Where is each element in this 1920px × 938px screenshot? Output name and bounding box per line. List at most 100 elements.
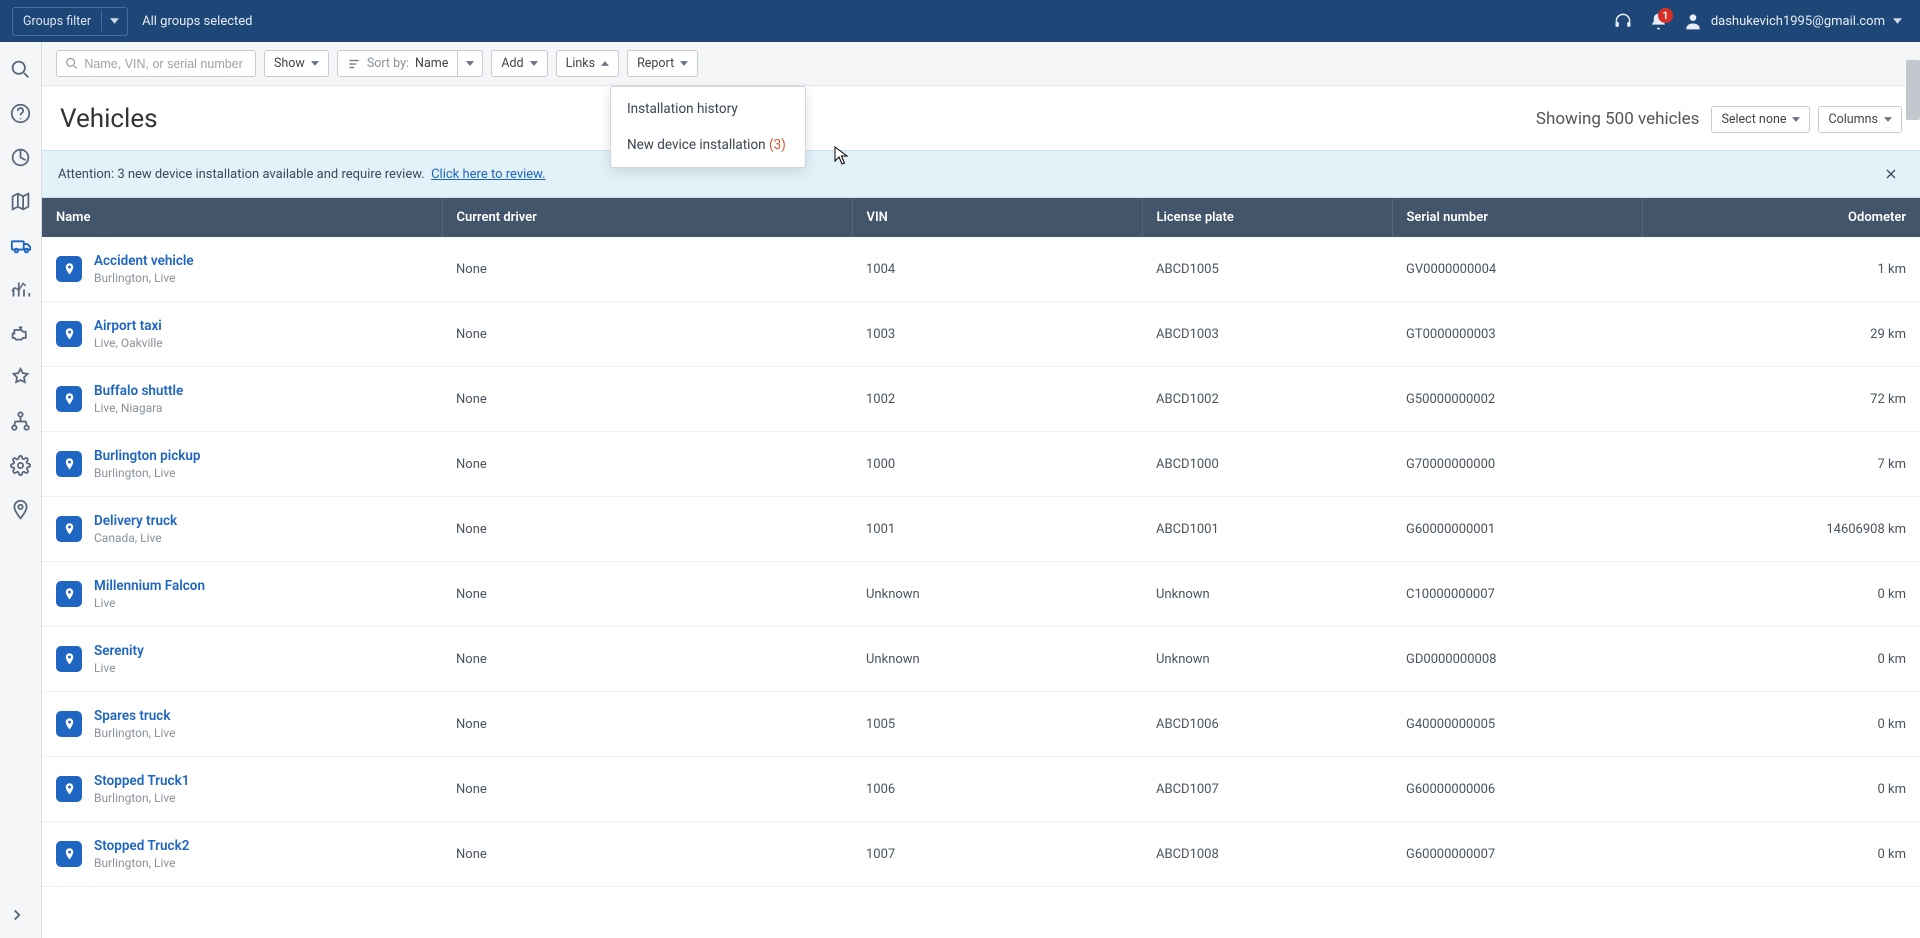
table-row[interactable]: SerenityLiveNoneUnknownUnknownGD00000000… (42, 627, 1920, 692)
help-nav-icon[interactable] (6, 98, 36, 128)
activity-nav-icon[interactable] (6, 274, 36, 304)
chevron-down-icon (530, 61, 538, 66)
cell-serial: G40000000005 (1392, 692, 1642, 757)
search-nav-icon[interactable] (6, 54, 36, 84)
alert-link[interactable]: Click here to review. (431, 167, 545, 182)
content-area: Show Sort by: Name Add Links Report (42, 42, 1920, 938)
cell-driver: None (442, 302, 852, 367)
vehicle-sub: Burlington, Live (94, 271, 194, 285)
settings-nav-icon[interactable] (6, 450, 36, 480)
table-row[interactable]: Stopped Truck1Burlington, LiveNone1006AB… (42, 757, 1920, 822)
vehicle-sub: Live, Niagara (94, 401, 183, 415)
links-menu-new-device-installation[interactable]: New device installation (3) (611, 127, 805, 163)
chevron-down-icon (1792, 117, 1800, 122)
vehicle-sub: Live (94, 596, 205, 610)
sort-by-button[interactable]: Sort by: Name (337, 50, 459, 77)
sort-dir-button[interactable] (458, 50, 483, 77)
vehicle-name[interactable]: Millennium Falcon (94, 578, 205, 594)
cell-serial: G70000000000 (1392, 432, 1642, 497)
vehicle-name[interactable]: Stopped Truck2 (94, 838, 189, 854)
table-header-row: Name Current driver VIN License plate Se… (42, 198, 1920, 237)
vehicle-sub: Burlington, Live (94, 856, 189, 870)
alert-close-icon[interactable] (1878, 161, 1904, 187)
user-menu[interactable]: dashukevich1995@gmail.com (1677, 11, 1908, 31)
attention-alert: Attention: 3 new device installation ava… (42, 150, 1920, 198)
user-icon (1683, 11, 1703, 31)
sort-button-group: Sort by: Name (337, 50, 484, 77)
search-icon (65, 56, 78, 71)
table-row[interactable]: Spares truckBurlington, LiveNone1005ABCD… (42, 692, 1920, 757)
groups-selected-text: All groups selected (142, 14, 252, 29)
vehicle-name[interactable]: Serenity (94, 643, 144, 659)
table-row[interactable]: Delivery truckCanada, LiveNone1001ABCD10… (42, 497, 1920, 562)
vehicle-name[interactable]: Burlington pickup (94, 448, 201, 464)
expand-nav-icon[interactable] (8, 906, 26, 924)
vehicle-sub: Live, Oakville (94, 336, 163, 350)
cell-odometer: 14606908 km (1642, 497, 1920, 562)
cell-plate: ABCD1007 (1142, 757, 1392, 822)
heading-row: Vehicles Showing 500 vehicles Select non… (42, 86, 1920, 150)
table-row[interactable]: Millennium FalconLiveNoneUnknownUnknownC… (42, 562, 1920, 627)
col-driver[interactable]: Current driver (442, 198, 852, 237)
vehicle-name[interactable]: Spares truck (94, 708, 175, 724)
location-nav-icon[interactable] (6, 494, 36, 524)
map-nav-icon[interactable] (6, 186, 36, 216)
chevron-down-icon (311, 61, 319, 66)
show-button[interactable]: Show (264, 50, 329, 77)
cell-plate: ABCD1005 (1142, 237, 1392, 302)
page-title: Vehicles (60, 104, 158, 134)
vehicle-name[interactable]: Delivery truck (94, 513, 177, 529)
cell-vin: 1004 (852, 237, 1142, 302)
hierarchy-nav-icon[interactable] (6, 406, 36, 436)
search-input[interactable] (84, 57, 247, 71)
chevron-down-icon (1893, 18, 1902, 24)
notifications-icon[interactable]: 1 (1641, 3, 1677, 39)
report-button[interactable]: Report (627, 50, 698, 77)
table-row[interactable]: Airport taxiLive, OakvilleNone1003ABCD10… (42, 302, 1920, 367)
links-menu-installation-history[interactable]: Installation history (611, 91, 805, 127)
cell-driver: None (442, 627, 852, 692)
add-button[interactable]: Add (491, 50, 547, 77)
vehicle-pin-icon (56, 451, 82, 477)
table-row[interactable]: Accident vehicleBurlington, LiveNone1004… (42, 237, 1920, 302)
zones-nav-icon[interactable] (6, 362, 36, 392)
col-vin[interactable]: VIN (852, 198, 1142, 237)
cell-plate: ABCD1008 (1142, 822, 1392, 887)
vehicles-nav-icon[interactable] (6, 230, 36, 260)
search-box[interactable] (56, 50, 256, 77)
cell-serial: G60000000006 (1392, 757, 1642, 822)
engine-nav-icon[interactable] (6, 318, 36, 348)
vehicle-pin-icon (56, 776, 82, 802)
vehicle-name[interactable]: Accident vehicle (94, 253, 194, 269)
table-row[interactable]: Stopped Truck2Burlington, LiveNone1007AB… (42, 822, 1920, 887)
cell-serial: GV0000000004 (1392, 237, 1642, 302)
cell-odometer: 0 km (1642, 692, 1920, 757)
chevron-down-icon (466, 61, 474, 66)
col-serial[interactable]: Serial number (1392, 198, 1642, 237)
cell-vin: 1005 (852, 692, 1142, 757)
columns-button[interactable]: Columns (1818, 106, 1902, 133)
col-odometer[interactable]: Odometer (1642, 198, 1920, 237)
col-name[interactable]: Name (42, 198, 442, 237)
headset-icon[interactable] (1605, 3, 1641, 39)
cell-driver: None (442, 432, 852, 497)
vehicle-name[interactable]: Stopped Truck1 (94, 773, 189, 789)
cell-driver: None (442, 562, 852, 627)
select-none-button[interactable]: Select none (1711, 106, 1810, 133)
cell-vin: 1003 (852, 302, 1142, 367)
chevron-down-icon (101, 11, 127, 31)
cell-plate: Unknown (1142, 627, 1392, 692)
groups-filter-button[interactable]: Groups filter (12, 7, 128, 36)
sort-icon (347, 57, 361, 71)
scrollbar-track[interactable] (1906, 60, 1920, 120)
cell-serial: G50000000002 (1392, 367, 1642, 432)
vehicle-name[interactable]: Airport taxi (94, 318, 163, 334)
productivity-nav-icon[interactable] (6, 142, 36, 172)
table-row[interactable]: Burlington pickupBurlington, LiveNone100… (42, 432, 1920, 497)
cell-driver: None (442, 367, 852, 432)
links-button[interactable]: Links (556, 50, 619, 77)
table-row[interactable]: Buffalo shuttleLive, NiagaraNone1002ABCD… (42, 367, 1920, 432)
vehicles-table-wrap: Name Current driver VIN License plate Se… (42, 198, 1920, 938)
col-plate[interactable]: License plate (1142, 198, 1392, 237)
vehicle-name[interactable]: Buffalo shuttle (94, 383, 183, 399)
